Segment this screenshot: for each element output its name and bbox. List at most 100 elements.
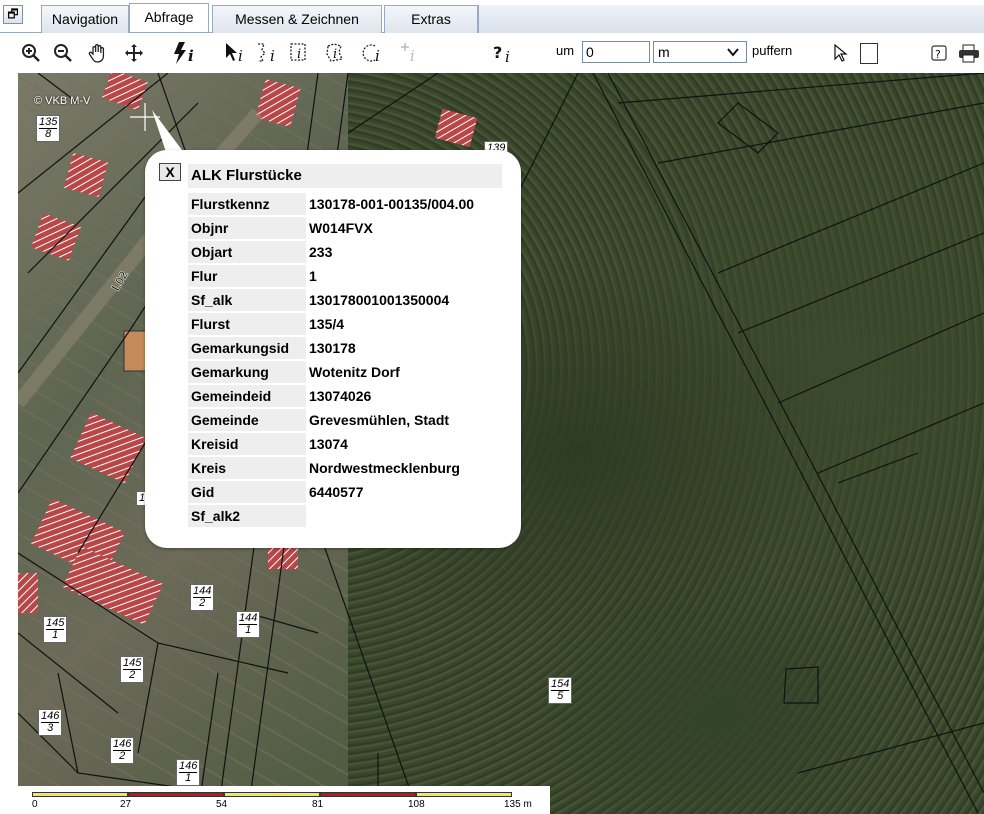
attribute-row: Objnr W014FVX (188, 217, 478, 239)
attribute-row: Objart 233 (188, 241, 478, 263)
tab-navigation[interactable]: Navigation (41, 5, 129, 33)
buffer-checkbox[interactable] (860, 43, 878, 64)
attribute-table: Flurstkennz 130178-001-00135/004.00 Objnr W… (188, 191, 478, 529)
tab-messen-zeichnen[interactable]: Messen & Zeichnen (212, 5, 382, 33)
attribute-value: 130178001001350004 (306, 289, 478, 311)
toolbar: i i i i i i i ? i um 0 m puffern ? (0, 33, 984, 73)
info-rectangle-icon[interactable]: i (288, 40, 318, 66)
attribute-row: Sf_alk 130178001001350004 (188, 289, 478, 311)
parcel-label-145-1: 145 1 (43, 616, 68, 643)
svg-text:?: ? (493, 43, 502, 62)
scale-segment (320, 792, 416, 797)
parcel-sub-number: 2 (119, 750, 126, 762)
parcel-label-144-1: 144 1 (236, 611, 261, 638)
pan-hand-icon[interactable] (86, 40, 110, 66)
attribute-value: 233 (306, 241, 478, 263)
buffer-label-pre: um (556, 43, 575, 58)
attribute-value: 1 (306, 265, 478, 287)
parcel-sub-number: 3 (47, 722, 54, 734)
svg-text:?: ? (935, 48, 941, 61)
help-icon[interactable]: ? (928, 40, 950, 66)
info-lightning-icon[interactable]: i (170, 40, 202, 66)
svg-text:i: i (270, 47, 275, 65)
info-select-icon[interactable]: i (254, 40, 284, 66)
attribute-row: Flurst 135/4 (188, 313, 478, 335)
parcel-label-154-5: 154 5 (548, 677, 573, 704)
attribute-value: 135/4 (306, 313, 478, 335)
attribute-row: Flur 1 (188, 265, 478, 287)
attribute-row: Gid 6440577 (188, 481, 478, 503)
tab-extras[interactable]: Extras (384, 5, 478, 33)
scale-segment (32, 792, 128, 797)
svg-text:i: i (505, 48, 510, 65)
attribute-row: Flurstkennz 130178-001-00135/004.00 (188, 193, 478, 215)
info-add-icon[interactable]: i (396, 40, 426, 66)
scale-tick-label: 108 (408, 799, 425, 810)
chevron-down-icon (726, 42, 740, 67)
close-icon[interactable]: X (159, 163, 181, 181)
attribute-value: Nordwestmecklenburg (306, 457, 478, 479)
attribute-row: Gemeindeid 13074026 (188, 385, 478, 407)
scale-bar: 0 27 54 81 108 135 m (18, 786, 550, 814)
buffer-unit-select[interactable]: m (653, 41, 747, 63)
parcel-sub-number: 1 (185, 772, 192, 784)
buffer-unit-value: m (658, 44, 670, 60)
attribute-key: Sf_alk (188, 289, 306, 311)
svg-text:i: i (297, 47, 301, 62)
info-pointer-icon[interactable]: i (222, 40, 252, 66)
tab-abfrage[interactable]: Abfrage (129, 3, 209, 32)
parcel-label-135-8: 135 8 (36, 115, 61, 142)
parcel-sub-number: 5 (557, 690, 564, 702)
zoom-in-icon[interactable] (20, 40, 42, 66)
svg-text:i: i (333, 47, 337, 62)
attribute-key: Kreisid (188, 433, 306, 455)
svg-text:i: i (188, 47, 194, 65)
scale-segment (416, 792, 512, 797)
parcel-sub-number: 8 (45, 128, 52, 140)
parcel-label-145-2: 145 2 (120, 656, 145, 683)
attribute-key: Objnr (188, 217, 306, 239)
attribute-row: Gemeinde Grevesmühlen, Stadt (188, 409, 478, 431)
buffer-distance-input[interactable]: 0 (582, 41, 650, 63)
popup-title: ALK Flurstücke (188, 164, 502, 188)
cursor-icon[interactable] (830, 40, 852, 66)
info-polygon-icon[interactable]: i (324, 40, 354, 66)
attribute-value: 13074 (306, 433, 478, 455)
attribute-value (306, 505, 478, 527)
info-circle-icon[interactable]: i (360, 40, 390, 66)
scale-tick-label: 135 m (504, 799, 532, 810)
scale-segment (128, 792, 224, 797)
attribute-key: Objart (188, 241, 306, 263)
attribute-value: 130178 (306, 337, 478, 359)
parcel-label-146-1: 146 1 (176, 759, 201, 786)
map-copyright: © VKB M-V (34, 95, 91, 107)
window-restore-icon[interactable]: 🗗 (3, 5, 23, 24)
attribute-key: Gemeindeid (188, 385, 306, 407)
attribute-value: 6440577 (306, 481, 478, 503)
tab-bar-fill (478, 5, 984, 33)
parcel-label-146-2: 146 2 (110, 737, 135, 764)
move-cross-icon[interactable] (122, 40, 146, 66)
attribute-value: Grevesmühlen, Stadt (306, 409, 478, 431)
attribute-row: Kreisid 13074 (188, 433, 478, 455)
parcel-sub-number: 2 (199, 597, 206, 609)
scale-tick-label: 0 (32, 799, 38, 810)
attribute-value: 130178-001-00135/004.00 (306, 193, 478, 215)
buffer-label-post: puffern (752, 43, 793, 58)
attribute-key: Gemarkung (188, 361, 306, 383)
parcel-sub-number: 1 (52, 629, 59, 641)
zoom-out-icon[interactable] (52, 40, 74, 66)
print-icon[interactable] (956, 40, 982, 66)
parcel-label-146-3: 146 3 (38, 709, 63, 736)
attribute-key: Flurst (188, 313, 306, 335)
attribute-row: Sf_alk2 (188, 505, 478, 527)
help-info-icon[interactable]: ? i (492, 40, 518, 66)
attribute-value: W014FVX (306, 217, 478, 239)
tab-bar: 🗗 Navigation Abfrage Messen & Zeichnen E… (0, 0, 984, 33)
scale-tick-label: 27 (120, 799, 132, 810)
attribute-value: Wotenitz Dorf (306, 361, 478, 383)
svg-text:i: i (375, 47, 380, 65)
attribute-row: Gemarkungsid 130178 (188, 337, 478, 359)
attribute-key: Flurstkennz (188, 193, 306, 215)
parcel-label-144-2: 144 2 (190, 584, 215, 611)
